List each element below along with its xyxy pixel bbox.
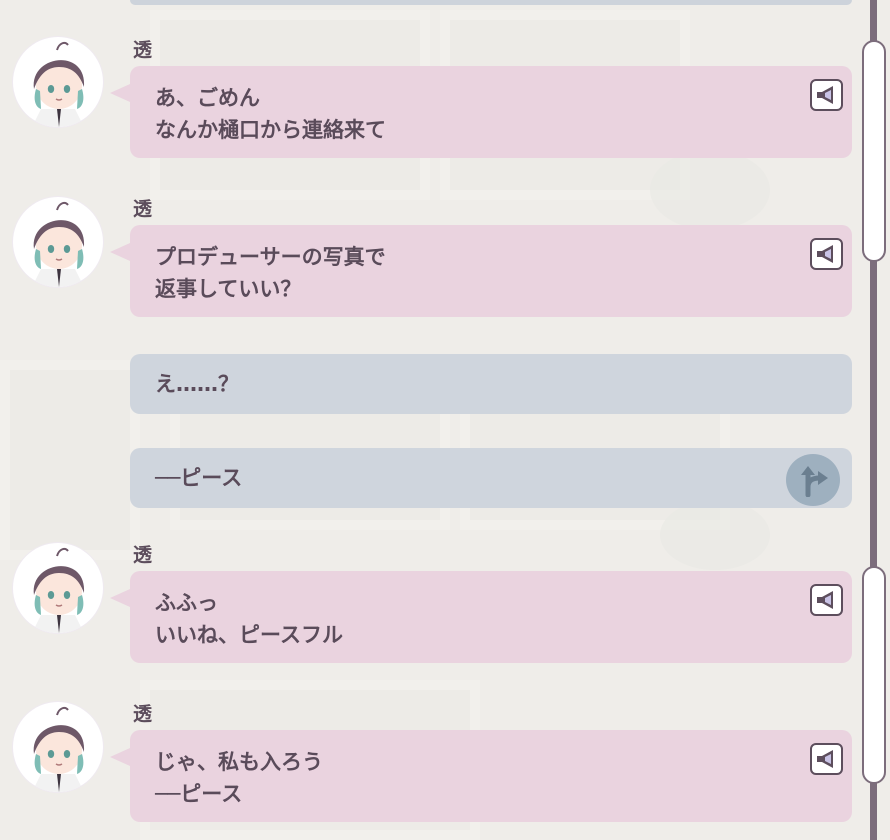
speaker-name: 透 — [133, 544, 153, 566]
choice-text: ──ピース — [155, 466, 243, 490]
speaker-name: 透 — [133, 703, 153, 725]
character-avatar — [13, 37, 103, 127]
speaker-icon — [816, 750, 833, 768]
voice-play-button[interactable] — [810, 79, 843, 111]
message-bubble: あ、ごめん なんか樋口から連絡来て — [110, 66, 852, 158]
voice-play-button[interactable] — [810, 584, 843, 616]
scrollbar-thumb[interactable] — [862, 40, 886, 262]
character-avatar — [13, 543, 103, 633]
previous-message-edge — [130, 0, 852, 5]
character-avatar — [13, 702, 103, 792]
message-line: 返事していい？ — [155, 277, 302, 301]
speaker-icon — [816, 591, 833, 609]
branch-button[interactable] — [786, 454, 840, 506]
message-line: あ、ごめん — [155, 86, 260, 110]
message-line: いいね、ピースフル — [155, 623, 343, 647]
scrollbar-thumb[interactable] — [862, 566, 886, 784]
branch-arrow-icon — [801, 466, 828, 497]
speaker-icon — [816, 86, 833, 104]
speaker-icon — [816, 245, 833, 263]
message-line: ──ピース — [155, 782, 243, 806]
message-line: なんか樋口から連絡来て — [155, 118, 386, 142]
character-avatar — [13, 197, 103, 287]
message-bubble: プロデューサーの写真で 返事していい？ — [110, 225, 852, 317]
message-line: ふふっ — [155, 591, 218, 615]
choice-text: え……？ — [155, 372, 239, 396]
message-line: プロデューサーの写真で — [155, 245, 386, 269]
speaker-name: 透 — [133, 39, 153, 61]
voice-play-button[interactable] — [810, 238, 843, 270]
choice-bubble: え……？ — [130, 354, 852, 414]
message-line: じゃ、私も入ろう — [155, 750, 323, 774]
speaker-name: 透 — [133, 198, 153, 220]
voice-play-button[interactable] — [810, 743, 843, 775]
choice-bubble-selected: ──ピース — [130, 448, 852, 508]
message-bubble: ふふっ いいね、ピースフル — [110, 571, 852, 663]
message-bubble: じゃ、私も入ろう ──ピース — [110, 730, 852, 822]
